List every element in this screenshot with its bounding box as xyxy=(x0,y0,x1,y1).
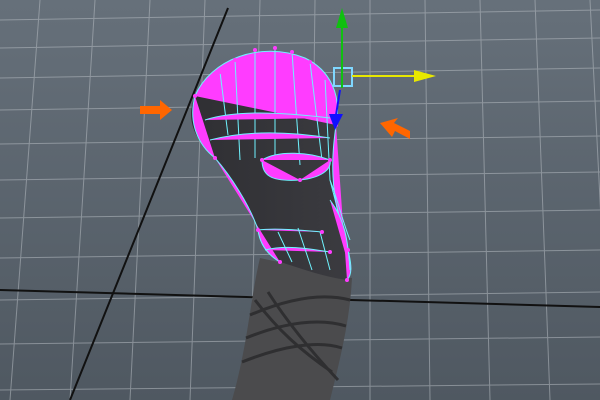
3d-viewport[interactable] xyxy=(0,0,600,400)
viewport-scene[interactable] xyxy=(0,0,600,400)
